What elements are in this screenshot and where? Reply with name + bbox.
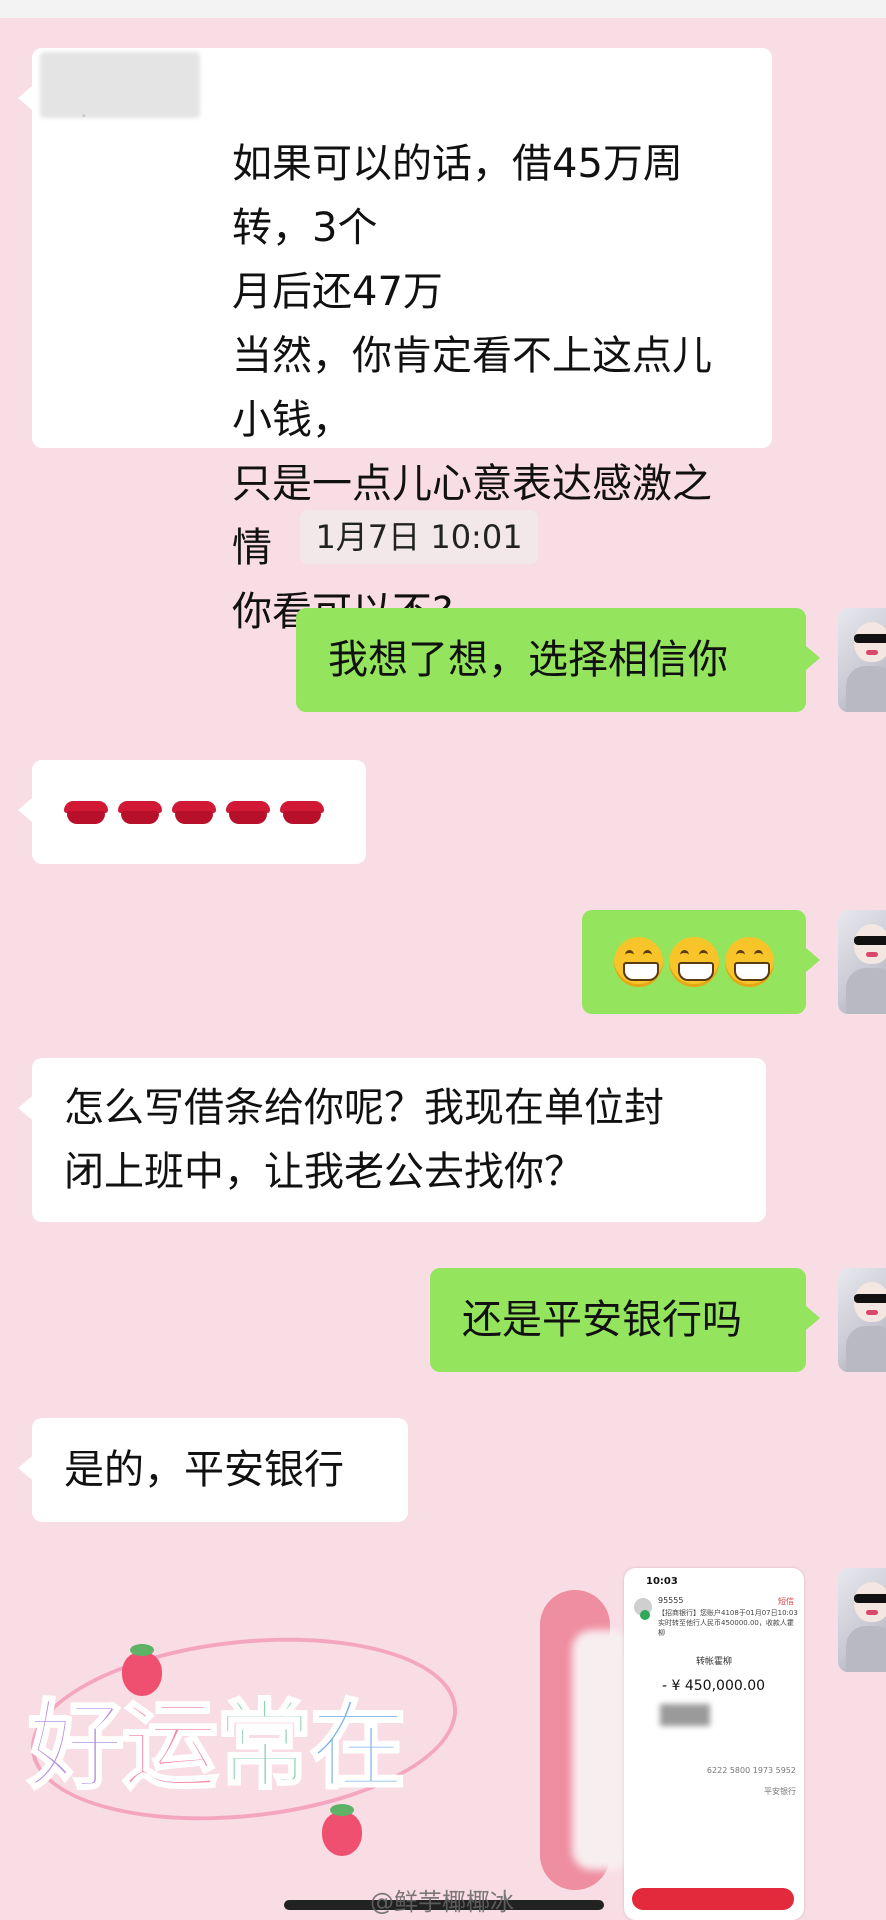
- bank-logo-icon: [640, 1610, 650, 1620]
- sunglasses-icon: [854, 1594, 886, 1603]
- lips-emoji-icon: [226, 799, 270, 825]
- message-text: 我想了想，选择相信你: [328, 637, 728, 683]
- incoming-message-lips-emoji[interactable]: [18, 760, 366, 864]
- outgoing-message-grin-emoji[interactable]: [582, 910, 820, 1014]
- weibo-watermark: @鲜芋椰椰冰: [370, 1888, 514, 1916]
- transfer-screenshot-image[interactable]: 10:03 95555 短信 【招商银行】您账户4108于01月07日10:03…: [624, 1568, 804, 1920]
- outgoing-message-bank-question[interactable]: 还是平安银行吗: [430, 1268, 820, 1372]
- sticker-char: 常: [215, 1689, 314, 1804]
- heart-sticker-highlight: [572, 1630, 632, 1870]
- avatar-body: [846, 1326, 886, 1372]
- avatar-mouth: [866, 1610, 878, 1615]
- strawberry-icon: [322, 1804, 362, 1856]
- avatar-mouth: [866, 1310, 878, 1315]
- phone-time: 10:03: [646, 1576, 678, 1587]
- sms-sender: 95555: [658, 1596, 684, 1605]
- self-avatar[interactable]: [838, 1268, 886, 1372]
- outgoing-message-trust[interactable]: 我想了想，选择相信你: [296, 608, 820, 712]
- chat-timestamp: 1月7日 10:01: [300, 510, 538, 564]
- bank-name: 平安银行: [764, 1787, 796, 1796]
- action-bar: [632, 1888, 794, 1910]
- transfer-amount: - ¥ 450,000.00: [662, 1678, 766, 1694]
- message-text: 还是平安银行吗: [462, 1297, 742, 1343]
- self-avatar[interactable]: [838, 608, 886, 712]
- grin-emoji-icon: [669, 937, 719, 987]
- sticker-char: 好: [27, 1689, 126, 1804]
- avatar-body: [846, 666, 886, 712]
- message-text: 是的，平安银行: [64, 1447, 344, 1493]
- sunglasses-icon: [854, 1294, 886, 1303]
- self-avatar[interactable]: [838, 910, 886, 1014]
- incoming-message-iou[interactable]: 怎么写借条给你呢？我现在单位封 闭上班中，让我老公去找你？: [18, 1058, 766, 1222]
- avatar-mouth: [866, 952, 878, 957]
- message-text: 怎么写借条给你呢？我现在单位封 闭上班中，让我老公去找你？: [64, 1085, 664, 1195]
- transfer-label: 转帐霍柳: [695, 1657, 732, 1667]
- redacted-area: [660, 1704, 710, 1726]
- grin-emoji-icon: [614, 937, 664, 987]
- good-luck-sticker: 好运常在: [27, 1668, 408, 1807]
- lips-emoji-icon: [64, 799, 108, 825]
- sms-body: 【招商银行】您账户4108于01月07日10:03实时转至他行人民币450000…: [658, 1609, 798, 1637]
- avatar-body: [846, 1626, 886, 1672]
- sticker-char: 在: [309, 1689, 408, 1804]
- incoming-message-loan-request[interactable]: 早～ 如果可以的话，借45万周转，3个 月后还47万 当然，你肯定看不上这点儿小…: [18, 48, 772, 635]
- avatar-body: [846, 968, 886, 1014]
- account-number: 6222 5800 1973 5952: [706, 1766, 796, 1775]
- sticker-char: 运: [121, 1689, 220, 1804]
- top-status-strip: [0, 0, 886, 18]
- lips-emoji-icon: [280, 799, 324, 825]
- lips-emoji-icon: [118, 799, 162, 825]
- sms-tag: 短信: [778, 1597, 794, 1606]
- emoji-row: [614, 910, 774, 1014]
- self-avatar[interactable]: [838, 1568, 886, 1672]
- sunglasses-icon: [854, 634, 886, 643]
- avatar-mouth: [866, 650, 878, 655]
- incoming-message-bank-answer[interactable]: 是的，平安银行: [18, 1418, 408, 1522]
- emoji-row: [64, 760, 334, 864]
- sunglasses-icon: [854, 936, 886, 945]
- grin-emoji-icon: [724, 937, 774, 987]
- lips-emoji-icon: [172, 799, 216, 825]
- redacted-name: [40, 52, 200, 118]
